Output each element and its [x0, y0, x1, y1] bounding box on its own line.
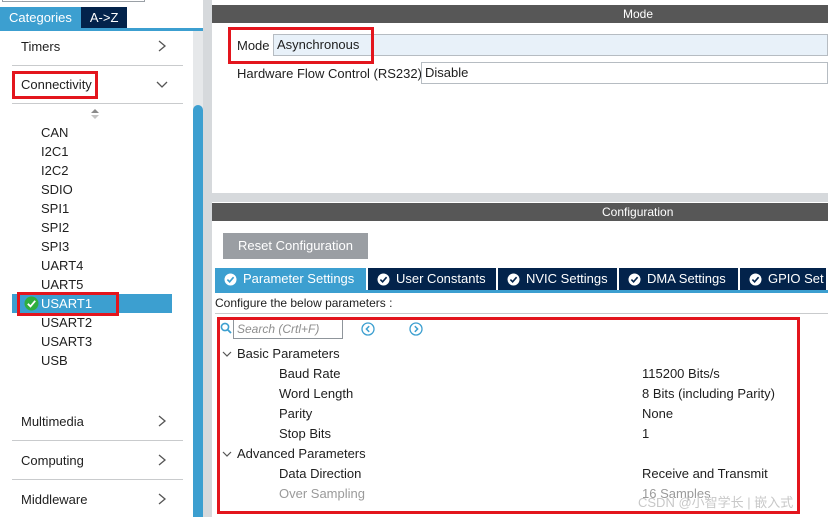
param-stop-bits: Stop Bits [279, 426, 332, 441]
chevron-right-icon [158, 415, 167, 427]
value-word-length[interactable]: 8 Bits (including Parity) [642, 386, 775, 401]
search-icon [220, 322, 232, 334]
peripheral-spi3[interactable]: SPI3 [41, 239, 69, 254]
basic-parameters-group[interactable]: Basic Parameters [237, 346, 340, 361]
peripheral-i2c2[interactable]: I2C2 [41, 163, 68, 178]
check-circle-icon [628, 273, 641, 285]
peripheral-uart4[interactable]: UART4 [41, 258, 83, 273]
tab-nvic-settings[interactable]: NVIC Settings [498, 268, 617, 290]
category-middleware[interactable]: Middleware [12, 483, 183, 517]
advanced-parameters-group[interactable]: Advanced Parameters [237, 446, 366, 461]
tab-label: GPIO Set [768, 271, 824, 286]
value-baud-rate[interactable]: 115200 Bits/s [642, 366, 720, 381]
tab-user-constants[interactable]: User Constants [368, 268, 496, 290]
peripheral-usb[interactable]: USB [41, 353, 68, 368]
flow-control-label: Hardware Flow Control (RS232) [237, 66, 422, 81]
tab-gpio-settings[interactable]: GPIO Set [740, 268, 826, 290]
categories-panel: Categories A->Z Timers Connectivity CAN … [0, 0, 203, 517]
mode-select[interactable]: Asynchronous [273, 34, 828, 56]
peripheral-label: USART1 [41, 296, 93, 311]
peripheral-usart2[interactable]: USART2 [41, 315, 92, 330]
configuration-title-text: Configuration [602, 205, 674, 219]
mode-title-text: Mode [623, 7, 654, 21]
mode-label: Mode [237, 38, 270, 53]
check-circle-icon [224, 273, 237, 285]
check-circle-icon [24, 296, 39, 311]
category-computing[interactable]: Computing [12, 444, 183, 480]
category-label: Timers [21, 39, 61, 54]
param-data-direction: Data Direction [279, 466, 362, 481]
config-tabs: Parameter Settings User Constants NVIC S… [215, 268, 828, 290]
peripheral-sdio[interactable]: SDIO [41, 182, 73, 197]
chevron-right-icon [158, 40, 167, 52]
category-label: Middleware [21, 492, 88, 507]
flow-control-value: Disable [425, 65, 469, 80]
value-parity[interactable]: None [642, 406, 673, 421]
category-connectivity[interactable]: Connectivity [12, 68, 183, 104]
category-multimedia[interactable]: Multimedia [12, 405, 183, 441]
sort-icon[interactable] [90, 108, 100, 120]
previous-match-icon[interactable] [361, 322, 375, 336]
reset-configuration-button[interactable]: Reset Configuration [223, 233, 368, 259]
peripheral-usart1[interactable]: USART1 [12, 294, 172, 313]
peripheral-can[interactable]: CAN [41, 125, 68, 140]
peripheral-spi2[interactable]: SPI2 [41, 220, 69, 235]
tab-label: Parameter Settings [243, 271, 355, 286]
peripheral-usart3[interactable]: USART3 [41, 334, 92, 349]
mode-value: Asynchronous [277, 37, 360, 52]
peripheral-i2c1[interactable]: I2C1 [41, 144, 68, 159]
configuration-section-title: Configuration [212, 203, 828, 221]
category-label: Computing [21, 453, 84, 468]
configuration-panel: Mode Mode Asynchronous Hardware Flow Con… [212, 0, 828, 517]
category-search-field[interactable] [2, 0, 145, 2]
section-separator[interactable] [212, 193, 828, 202]
tab-a-z[interactable]: A->Z [80, 7, 128, 28]
flow-control-select[interactable]: Disable [421, 62, 828, 84]
param-parity: Parity [279, 406, 313, 421]
view-tabs: Categories A->Z [0, 7, 128, 28]
scrollbar-thumb[interactable] [193, 105, 203, 517]
chevron-right-icon [158, 493, 167, 505]
tab-underline [215, 290, 828, 293]
tab-label: NVIC Settings [526, 271, 608, 286]
check-circle-icon [749, 273, 762, 285]
next-match-icon[interactable] [409, 322, 423, 336]
chevron-right-icon [158, 454, 167, 466]
tab-parameter-settings[interactable]: Parameter Settings [215, 268, 366, 290]
tab-dma-settings[interactable]: DMA Settings [619, 268, 738, 290]
collapse-icon[interactable] [222, 350, 232, 358]
chevron-down-icon [156, 81, 168, 88]
param-word-length: Word Length [279, 386, 354, 401]
peripheral-uart5[interactable]: UART5 [41, 277, 83, 292]
divider [215, 313, 828, 314]
param-baud-rate: Baud Rate [279, 366, 341, 381]
tab-label: User Constants [396, 271, 486, 286]
watermark: CSDN @小智学长 | 嵌入式 [638, 495, 794, 510]
search-placeholder: Search (Crtl+F) [237, 322, 320, 336]
peripheral-spi1[interactable]: SPI1 [41, 201, 69, 216]
param-over-sampling: Over Sampling [279, 486, 365, 501]
configure-caption: Configure the below parameters : [215, 296, 393, 310]
category-timers[interactable]: Timers [12, 30, 183, 66]
parameter-search-input[interactable]: Search (Crtl+F) [233, 319, 343, 339]
check-circle-icon [377, 273, 390, 285]
tab-label: DMA Settings [647, 271, 726, 286]
category-label: Multimedia [21, 414, 84, 429]
value-stop-bits[interactable]: 1 [642, 426, 649, 441]
value-data-direction[interactable]: Receive and Transmit [642, 466, 768, 481]
tab-categories[interactable]: Categories [0, 7, 81, 28]
check-circle-icon [507, 273, 520, 285]
category-label: Connectivity [21, 77, 92, 92]
collapse-icon[interactable] [222, 450, 232, 458]
mode-section-title: Mode [212, 5, 828, 23]
panel-splitter[interactable] [203, 0, 212, 517]
